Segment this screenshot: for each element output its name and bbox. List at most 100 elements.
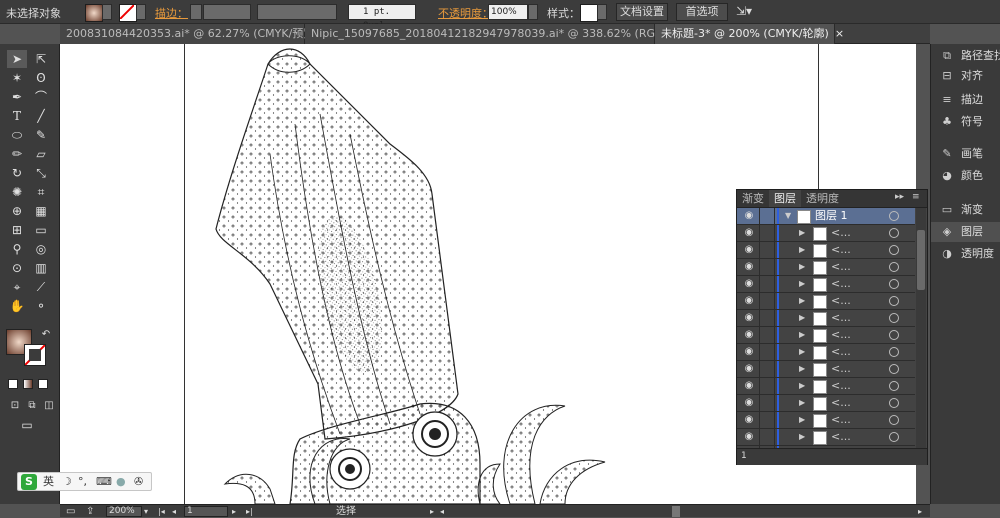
artboard-field[interactable]: 1 xyxy=(184,506,228,517)
chevron-down-icon[interactable]: ▾ xyxy=(144,505,148,518)
visibility-eye-icon[interactable]: ◉ xyxy=(743,242,755,258)
visibility-eye-icon[interactable]: ◉ xyxy=(743,208,755,224)
lock-toggle[interactable] xyxy=(759,242,775,258)
gradient-tool-icon[interactable]: ▭ xyxy=(31,221,51,239)
expand-triangle-icon[interactable]: ▶ xyxy=(799,225,805,241)
lock-toggle[interactable] xyxy=(759,225,775,241)
sublayer-row[interactable]: ◉ ▶ <... xyxy=(737,259,915,276)
moon-icon[interactable]: ☽ xyxy=(62,474,72,490)
sublayer-row[interactable]: ◉ ▶ <... xyxy=(737,242,915,259)
target-circle-icon[interactable] xyxy=(889,313,899,323)
target-circle-icon[interactable] xyxy=(889,296,899,306)
target-circle-icon[interactable] xyxy=(889,330,899,340)
expand-triangle-icon[interactable]: ▶ xyxy=(799,344,805,360)
sublayer-row[interactable]: ◉ ▶ <... xyxy=(737,327,915,344)
variable-width-dropdown[interactable] xyxy=(257,4,337,20)
expand-triangle-icon[interactable]: ▶ xyxy=(799,293,805,309)
swap-colors-icon[interactable]: ↶ xyxy=(36,326,56,344)
sublayer-row[interactable]: ◉ ▶ <... xyxy=(737,310,915,327)
target-circle-icon[interactable] xyxy=(889,398,899,408)
blend-tool-icon[interactable]: ◎ xyxy=(31,240,51,258)
draw-inside-icon[interactable]: ◫ xyxy=(39,397,59,415)
document-setup-button[interactable]: 文档设置 xyxy=(616,3,668,21)
expand-triangle-icon[interactable]: ▶ xyxy=(799,276,805,292)
expand-triangle-icon[interactable]: ▶ xyxy=(799,412,805,428)
stroke-color-box[interactable] xyxy=(24,344,46,366)
visibility-eye-icon[interactable]: ◉ xyxy=(743,276,755,292)
pen-tool-icon[interactable]: ✒ xyxy=(7,88,27,106)
layers-scrollbar[interactable] xyxy=(916,208,926,448)
selection-tool-icon[interactable]: ➤ xyxy=(7,50,27,68)
tab-gradient[interactable]: 渐变 xyxy=(737,190,769,207)
zoom-field[interactable]: 200% xyxy=(106,506,142,517)
line-tool-icon[interactable]: ╱ xyxy=(31,107,51,125)
dock-item-gradient[interactable]: ▭ 渐变 xyxy=(931,200,1000,220)
rotate-tool-icon[interactable]: ↻ xyxy=(7,164,27,182)
pencil-tool-icon[interactable]: ✏ xyxy=(7,145,27,163)
visibility-eye-icon[interactable]: ◉ xyxy=(743,310,755,326)
tab-document-3[interactable]: 未标题-3* @ 200% (CMYK/轮廓) × xyxy=(655,24,844,44)
style-swatch[interactable] xyxy=(580,4,598,22)
previous-artboard-icon[interactable]: ◂ xyxy=(172,505,176,518)
user-icon[interactable]: ● xyxy=(116,474,126,490)
expand-triangle-icon[interactable]: ▼ xyxy=(785,208,791,224)
lock-toggle[interactable] xyxy=(759,208,775,224)
scroll-right-icon[interactable]: ▸ xyxy=(918,505,922,518)
close-icon[interactable]: × xyxy=(835,27,844,40)
layer-name[interactable]: <... xyxy=(831,259,851,275)
ime-language[interactable]: 英 xyxy=(43,474,54,490)
visibility-eye-icon[interactable]: ◉ xyxy=(743,344,755,360)
lock-toggle[interactable] xyxy=(759,344,775,360)
style-dropdown[interactable] xyxy=(597,4,607,20)
scroll-left-icon[interactable]: ◂ xyxy=(440,505,444,518)
preferences-button[interactable]: 首选项 xyxy=(676,3,728,21)
stroke-swatch[interactable] xyxy=(119,4,137,22)
layer-name[interactable]: <... xyxy=(831,412,851,428)
paintbrush-tool-icon[interactable]: ✎ xyxy=(31,126,51,144)
target-circle-icon[interactable] xyxy=(889,262,899,272)
lock-toggle[interactable] xyxy=(759,259,775,275)
expand-triangle-icon[interactable]: ▶ xyxy=(799,395,805,411)
wrench-icon[interactable]: ✇ xyxy=(134,474,143,490)
layer-name[interactable]: <... xyxy=(831,327,851,343)
visibility-eye-icon[interactable]: ◉ xyxy=(743,293,755,309)
layer-row[interactable]: ◉ ▼ 图层 1 xyxy=(737,208,915,225)
dock-item-color[interactable]: ◕ 颜色 xyxy=(931,166,1000,186)
stroke-dropdown[interactable] xyxy=(136,4,146,20)
eyedropper-tool-icon[interactable]: ⚲ xyxy=(7,240,27,258)
column-graph-tool-icon[interactable]: ▥ xyxy=(31,259,51,277)
dock-item-layers[interactable]: ◈ 图层 xyxy=(931,222,1000,242)
direct-selection-tool-icon[interactable]: ⇱ xyxy=(31,50,51,68)
tab-layers[interactable]: 图层 xyxy=(769,190,801,207)
status-menu-icon[interactable]: ▸ xyxy=(430,505,434,518)
lasso-tool-icon[interactable]: ʘ xyxy=(31,69,51,87)
last-artboard-icon[interactable]: ▸| xyxy=(246,505,253,518)
visibility-eye-icon[interactable]: ◉ xyxy=(743,327,755,343)
expand-triangle-icon[interactable]: ▶ xyxy=(799,361,805,377)
panel-menu-icon[interactable]: ≡ xyxy=(912,192,920,202)
sublayer-row[interactable]: ◉ ▶ <... xyxy=(737,225,915,242)
sublayer-row[interactable]: ◉ ▶ <... xyxy=(737,429,915,446)
next-artboard-icon[interactable]: ▸ xyxy=(232,505,236,518)
collapse-icon[interactable]: ▸▸ xyxy=(895,192,904,202)
opacity-label[interactable]: 不透明度： xyxy=(438,5,493,21)
brush-definition-dropdown[interactable]: 1 pt. Oval xyxy=(348,4,416,31)
layer-name[interactable]: <... xyxy=(831,429,851,445)
layer-name[interactable]: <... xyxy=(831,378,851,394)
ime-logo[interactable]: S xyxy=(21,474,37,490)
visibility-eye-icon[interactable]: ◉ xyxy=(743,412,755,428)
type-tool-icon[interactable]: T xyxy=(7,107,27,125)
target-circle-icon[interactable] xyxy=(889,432,899,442)
visibility-eye-icon[interactable]: ◉ xyxy=(743,259,755,275)
sublayer-row[interactable]: ◉ ▶ <... xyxy=(737,412,915,429)
layer-name[interactable]: 图层 1 xyxy=(815,208,848,224)
eraser-tool-icon[interactable]: ▱ xyxy=(31,145,51,163)
export-icon[interactable]: ⇪ xyxy=(86,505,94,518)
expand-triangle-icon[interactable]: ▶ xyxy=(799,378,805,394)
lock-toggle[interactable] xyxy=(759,412,775,428)
perspective-grid-tool-icon[interactable]: ▦ xyxy=(31,202,51,220)
curvature-tool-icon[interactable]: ⌒ xyxy=(31,88,51,106)
target-circle-icon[interactable] xyxy=(889,364,899,374)
first-artboard-icon[interactable]: |◂ xyxy=(158,505,165,518)
expand-triangle-icon[interactable]: ▶ xyxy=(799,242,805,258)
